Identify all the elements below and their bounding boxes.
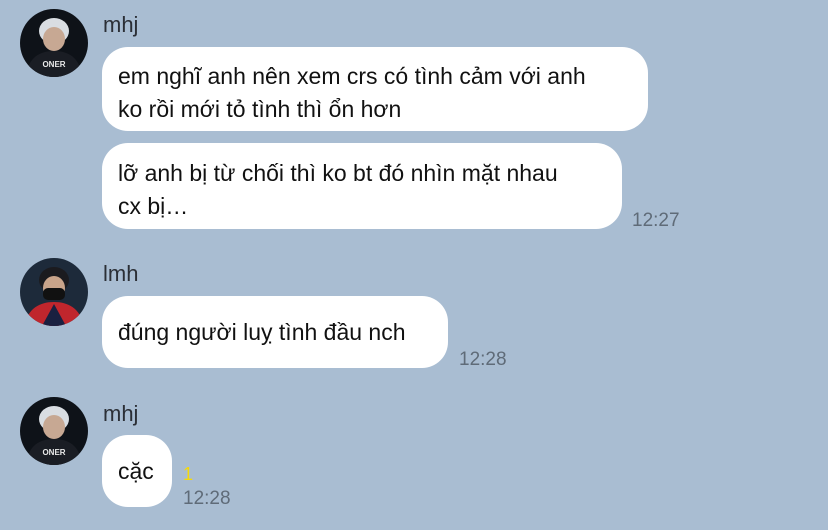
player-portrait-masked-icon	[20, 258, 88, 326]
message-bubble[interactable]: cặc	[102, 435, 172, 507]
sender-name: mhj	[103, 401, 139, 426]
message-bubble[interactable]: đúng người luỵ tình đầu nch	[102, 296, 448, 368]
sender-name: mhj	[103, 12, 139, 37]
message-timestamp: 12:28	[459, 349, 507, 370]
message-timestamp: 12:28	[183, 488, 231, 509]
message-timestamp: 12:27	[632, 210, 680, 231]
message-bubble[interactable]: lỡ anh bị từ chối thì ko bt đó nhìn mặt …	[102, 143, 622, 229]
player-portrait-oner-icon: ONER	[20, 397, 88, 465]
avatar-lmh[interactable]	[20, 258, 88, 326]
sender-name: lmh	[103, 261, 139, 286]
player-portrait-oner-icon: ONER	[20, 9, 88, 77]
avatar-jersey-text: ONER	[42, 448, 65, 457]
message-bubble[interactable]: em nghĩ anh nên xem crs có tình cảm với …	[102, 47, 648, 131]
avatar-mhj[interactable]: ONER	[20, 397, 88, 465]
avatar-jersey-text: ONER	[42, 60, 65, 69]
unread-count-badge: 1	[183, 464, 194, 484]
avatar-mhj[interactable]: ONER	[20, 9, 88, 77]
